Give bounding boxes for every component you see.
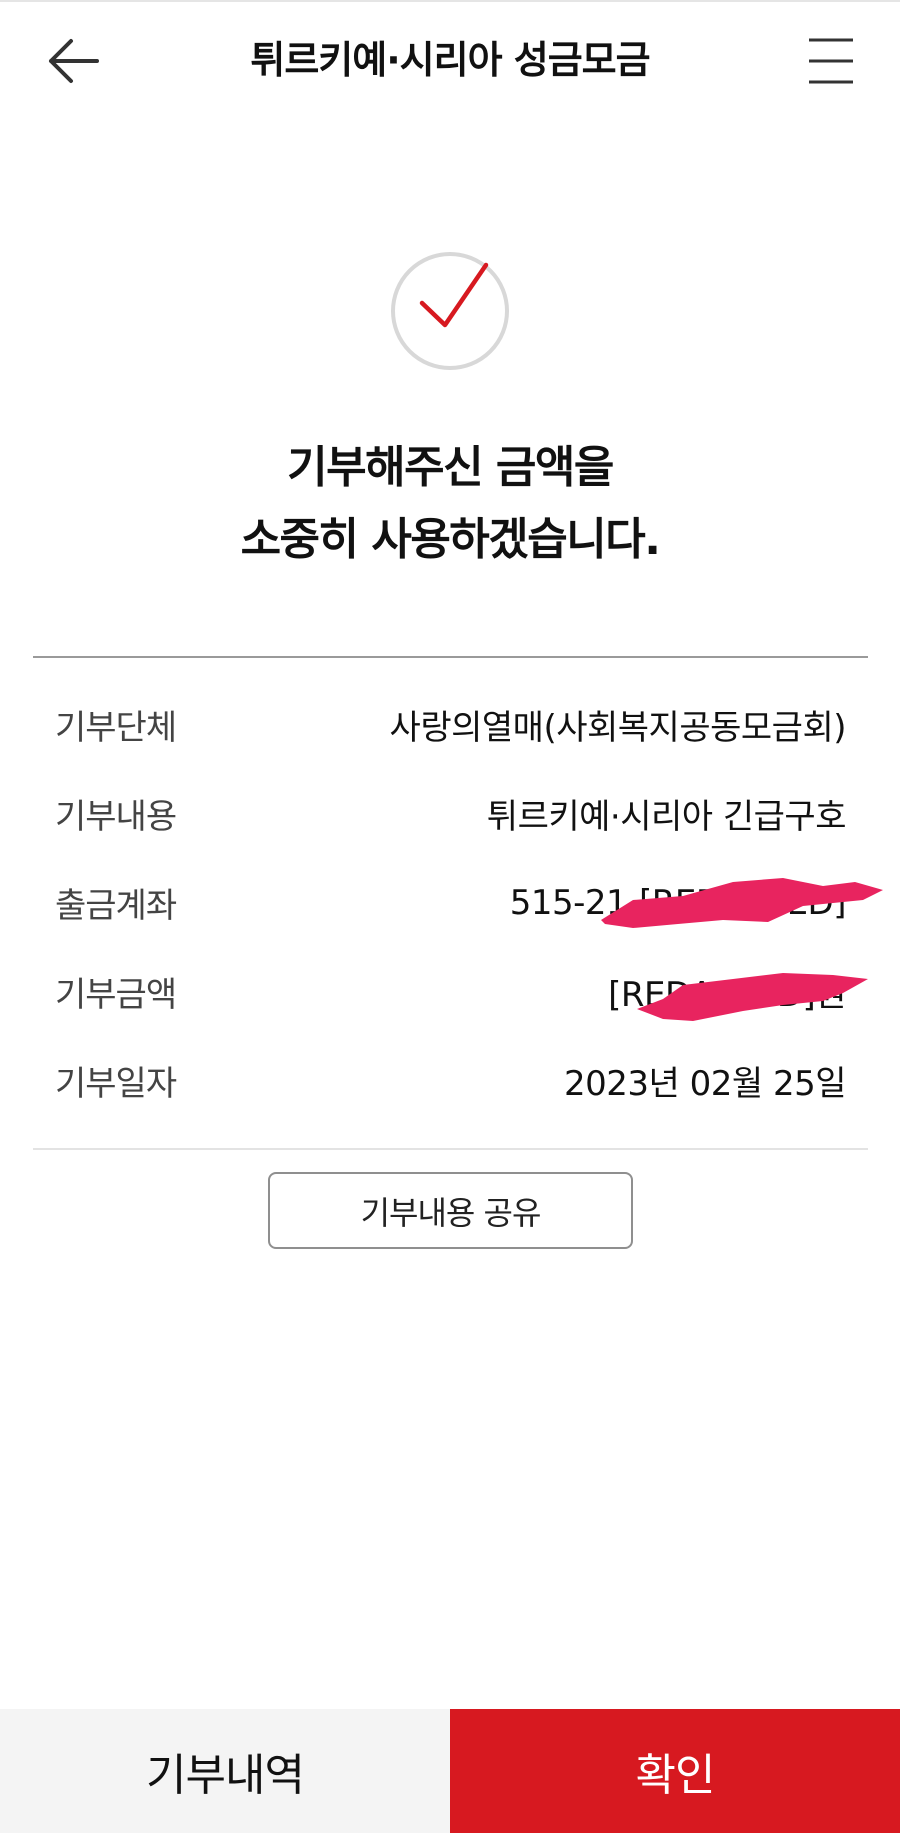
donation-history-button[interactable]: 기부내역 [0, 1709, 450, 1833]
share-button[interactable]: 기부내용 공유 [268, 1172, 633, 1249]
details-top-divider [33, 656, 868, 658]
detail-value: 튀르키예·시리아 긴급구호 [486, 797, 847, 837]
detail-label: 기부내용 [55, 797, 177, 837]
donation-details: 기부단체 사랑의열매(사회복지공동모금회) 기부내용 튀르키예·시리아 긴급구호… [33, 680, 883, 1125]
detail-label: 출금계좌 [55, 886, 177, 926]
detail-row-amount: 기부금액 [REDACTED]원 [33, 947, 868, 1036]
detail-row-account: 출금계좌 515-21-[REDACTED] [33, 858, 883, 947]
completion-message: 기부해주신 금액을 소중히 사용하겠습니다. [100, 432, 800, 576]
detail-row-content: 기부내용 튀르키예·시리아 긴급구호 [33, 769, 868, 858]
detail-row-organization: 기부단체 사랑의열매(사회복지공동모금회) [33, 680, 868, 769]
header: 튀르키예·시리아 성금모금 [0, 0, 900, 122]
bottom-action-bar: 기부내역 확인 [0, 1709, 900, 1833]
page-title: 튀르키예·시리아 성금모금 [250, 38, 650, 82]
detail-row-date: 기부일자 2023년 02월 25일 [33, 1036, 868, 1125]
detail-value: 사랑의열매(사회복지공동모금회) [389, 708, 847, 748]
confirm-button[interactable]: 확인 [450, 1709, 900, 1833]
detail-value: 2023년 02월 25일 [563, 1064, 847, 1104]
arrow-left-icon [49, 39, 99, 83]
back-button[interactable] [38, 30, 108, 92]
details-bottom-divider [33, 1148, 868, 1150]
detail-value: 515-21-[REDACTED] [509, 882, 847, 923]
detail-value: [REDACTED]원 [608, 975, 846, 1015]
menu-button[interactable] [796, 30, 866, 92]
check-circle-icon [391, 252, 509, 370]
donation-complete-page: 튀르키예·시리아 성금모금 기부해주신 금액을 소중히 사용하겠습니다. 기부단… [0, 0, 900, 1833]
detail-label: 기부일자 [55, 1064, 177, 1104]
message-line-2: 소중히 사용하겠습니다. [240, 514, 661, 565]
detail-label: 기부금액 [55, 975, 177, 1015]
hamburger-menu-icon [809, 38, 853, 84]
detail-label: 기부단체 [55, 708, 177, 748]
message-line-1: 기부해주신 금액을 [287, 442, 614, 493]
